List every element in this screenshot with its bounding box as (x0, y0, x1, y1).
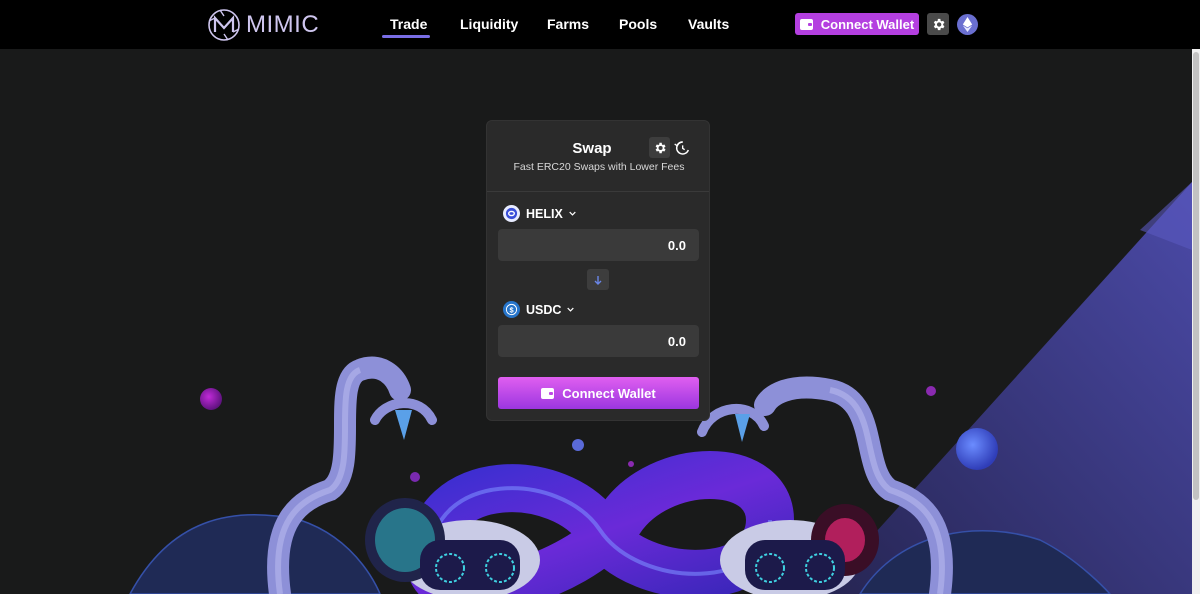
from-token-symbol: HELIX (526, 206, 563, 221)
nav-link-trade[interactable]: Trade (390, 16, 427, 32)
helix-token-icon (503, 205, 520, 222)
settings-button[interactable] (927, 13, 949, 35)
nav-active-indicator (382, 35, 430, 38)
from-amount-input[interactable] (498, 229, 699, 261)
nav-link-liquidity[interactable]: Liquidity (460, 16, 518, 32)
top-navbar: MIMIC Trade Liquidity Farms Pools Vaults… (0, 0, 1200, 49)
wallet-icon (799, 18, 813, 30)
chevron-down-icon (567, 307, 575, 312)
brand-name: MIMIC (246, 11, 320, 38)
brand-logo[interactable]: MIMIC (206, 7, 319, 43)
swap-subtitle: Fast ERC20 Swaps with Lower Fees (513, 161, 685, 173)
chevron-down-icon (569, 211, 576, 216)
to-token-selector[interactable]: $ USDC (503, 301, 575, 318)
connect-wallet-label: Connect Wallet (820, 16, 915, 32)
usdc-token-icon: $ (503, 301, 520, 318)
arrow-down-icon (594, 275, 602, 285)
to-token-symbol: USDC (526, 302, 562, 317)
nav-link-pools[interactable]: Pools (619, 16, 657, 32)
gear-icon (655, 142, 666, 153)
history-icon[interactable] (674, 140, 690, 156)
nav-link-farms[interactable]: Farms (547, 16, 589, 32)
network-selector[interactable] (957, 14, 978, 35)
connect-wallet-button[interactable]: Connect Wallet (795, 13, 919, 35)
scrollbar-thumb[interactable] (1193, 52, 1199, 500)
switch-tokens-button[interactable] (587, 269, 609, 290)
mimic-logo-icon (208, 9, 240, 41)
wallet-icon (541, 387, 555, 399)
swap-connect-wallet-label: Connect Wallet (562, 385, 656, 401)
to-amount-input[interactable] (498, 325, 699, 357)
svg-text:$: $ (509, 305, 514, 314)
swap-connect-wallet-button[interactable]: Connect Wallet (498, 377, 699, 409)
ethereum-icon (962, 17, 973, 32)
swap-settings-button[interactable] (649, 137, 670, 158)
gear-icon (933, 18, 944, 30)
divider (487, 191, 709, 192)
nav-link-vaults[interactable]: Vaults (688, 16, 729, 32)
swap-card: Swap Fast ERC20 Swaps with Lower Fees HE… (486, 120, 710, 421)
from-token-selector[interactable]: HELIX (503, 205, 576, 222)
